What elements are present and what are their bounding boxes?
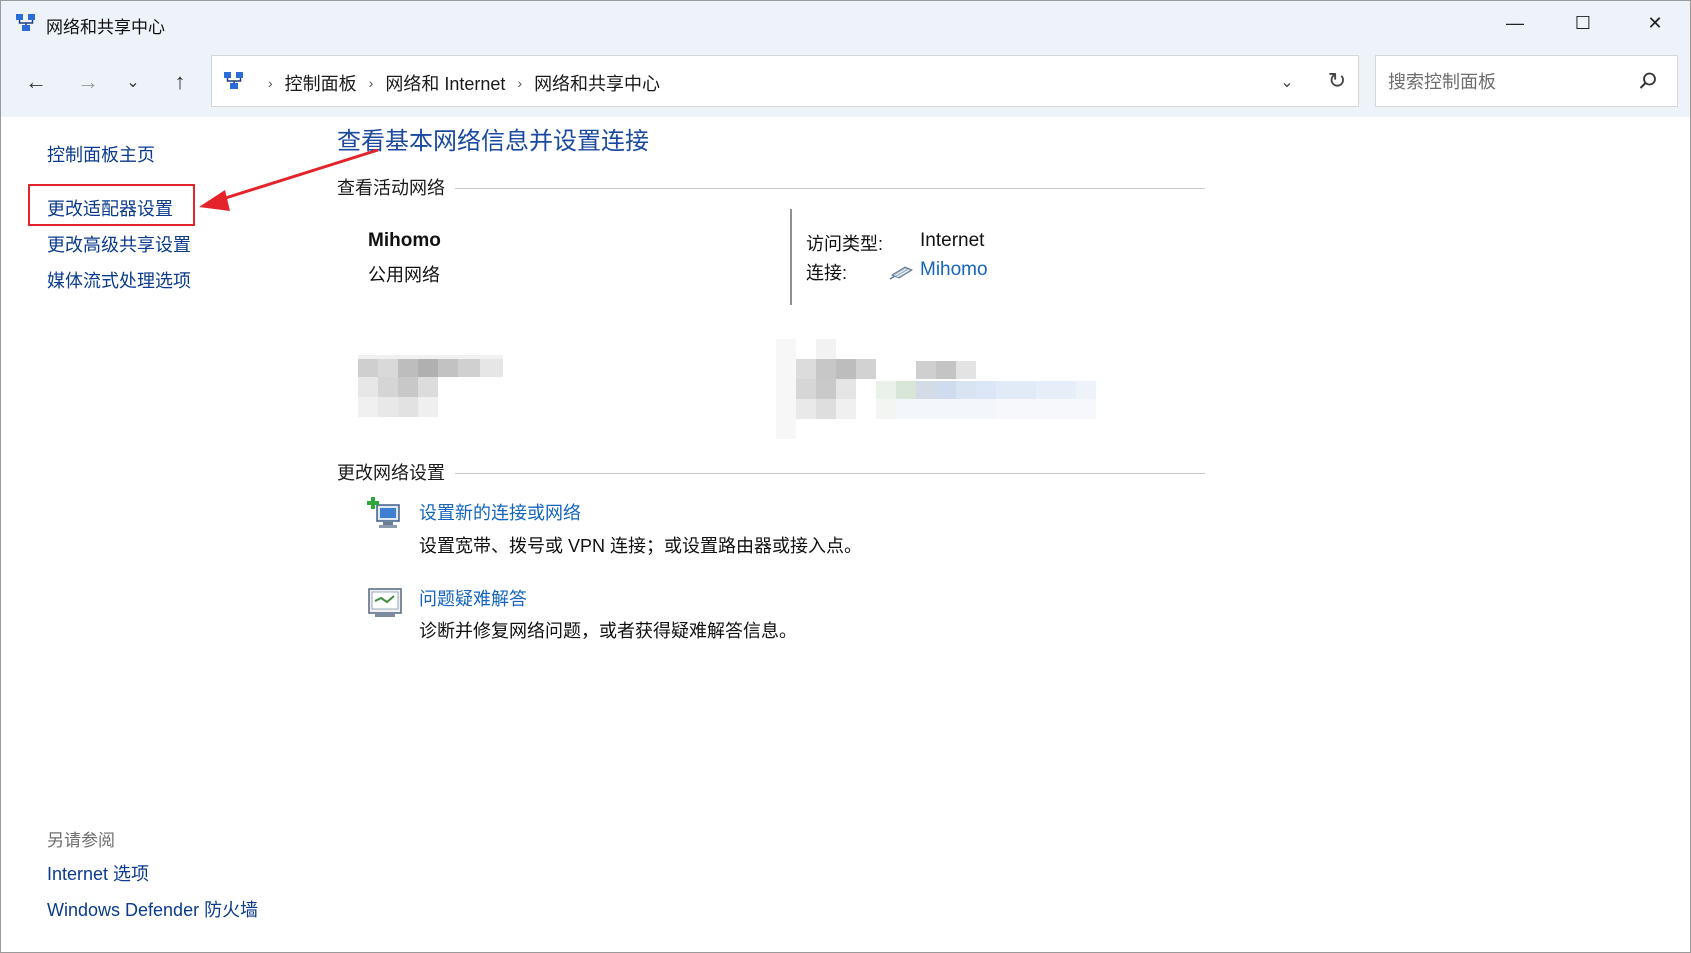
vertical-divider	[790, 209, 792, 305]
breadcrumb-sharing-center[interactable]: 网络和共享中心	[534, 70, 660, 96]
connection-label: 连接:	[806, 263, 848, 283]
breadcrumb-separator: ›	[268, 75, 273, 91]
see-also-heading: 另请参阅	[47, 831, 115, 850]
change-settings-heading: 更改网络设置	[337, 463, 445, 483]
window-title: 网络和共享中心	[46, 18, 165, 37]
task-troubleshoot-link[interactable]: 问题疑难解答	[419, 585, 527, 611]
maximize-button[interactable]: ☐	[1549, 1, 1617, 45]
breadcrumb-separator: ›	[517, 75, 523, 91]
sidebar-item-advanced-sharing[interactable]: 更改高级共享设置	[47, 231, 191, 257]
back-button[interactable]: ←	[19, 65, 53, 99]
minimize-button[interactable]: —	[1481, 1, 1549, 45]
search-input[interactable]	[1376, 56, 1640, 108]
breadcrumb-network-internet[interactable]: 网络和 Internet	[385, 70, 505, 96]
troubleshoot-icon	[368, 588, 402, 617]
search-box	[1375, 55, 1678, 108]
task-setup-connection-desc: 设置宽带、拨号或 VPN 连接；或设置路由器或接入点。	[419, 536, 863, 556]
address-bar[interactable]: › 控制面板 › 网络和 Internet › 网络和共享中心 ⌄ ↻	[211, 55, 1359, 107]
sidebar-item-firewall[interactable]: Windows Defender 防火墙	[47, 896, 258, 922]
sidebar: 控制面板主页 更改适配器设置 更改高级共享设置 媒体流式处理选项 另请参阅 In…	[1, 117, 321, 952]
forward-button[interactable]: →	[71, 65, 105, 99]
title-bar: 网络和共享中心 — ☐ ✕	[1, 1, 1690, 45]
up-button[interactable]: ↑	[163, 65, 197, 99]
search-icon[interactable]	[1638, 71, 1658, 91]
ethernet-icon	[889, 266, 914, 280]
connection-link[interactable]: Mihomo	[920, 259, 988, 281]
redacted-network-icon	[358, 355, 503, 417]
refresh-icon[interactable]: ↻	[1322, 66, 1352, 96]
breadcrumb-control-panel[interactable]: 控制面板	[285, 70, 357, 96]
task-setup-connection-link[interactable]: 设置新的连接或网络	[419, 499, 581, 525]
access-type-label: 访问类型:	[806, 234, 884, 254]
breadcrumb-separator: ›	[368, 75, 374, 91]
section-divider	[455, 473, 1205, 474]
page-title: 查看基本网络信息并设置连接	[337, 128, 649, 155]
navigation-bar: ← → ⌄ ↑ › 控制面板 › 网络和 Internet › 网络和共享中心 …	[1, 45, 1690, 117]
network-icon	[16, 14, 35, 31]
window: 网络和共享中心 — ☐ ✕ ← → ⌄ ↑ › 控制面板 › 网络和 Inter…	[0, 0, 1691, 953]
section-divider	[455, 188, 1205, 189]
new-connection-icon	[367, 497, 400, 528]
active-networks-heading: 查看活动网络	[337, 178, 445, 198]
network-category: 公用网络	[368, 265, 440, 285]
sidebar-item-media-streaming[interactable]: 媒体流式处理选项	[47, 267, 191, 293]
network-icon	[224, 72, 243, 89]
task-troubleshoot-desc: 诊断并修复网络问题，或者获得疑难解答信息。	[419, 621, 797, 641]
recent-locations-button[interactable]: ⌄	[116, 65, 150, 99]
sidebar-item-internet-options[interactable]: Internet 选项	[47, 860, 149, 886]
chevron-down-icon[interactable]: ⌄	[1272, 68, 1302, 96]
sidebar-item-home[interactable]: 控制面板主页	[47, 141, 155, 167]
breadcrumb: › 控制面板 › 网络和 Internet › 网络和共享中心	[256, 70, 660, 96]
network-name: Mihomo	[368, 230, 441, 251]
access-type-value: Internet	[920, 230, 985, 251]
redacted-internet-icon	[776, 339, 1096, 439]
sidebar-item-adapter-settings[interactable]: 更改适配器设置	[47, 195, 173, 221]
close-button[interactable]: ✕	[1621, 1, 1689, 45]
